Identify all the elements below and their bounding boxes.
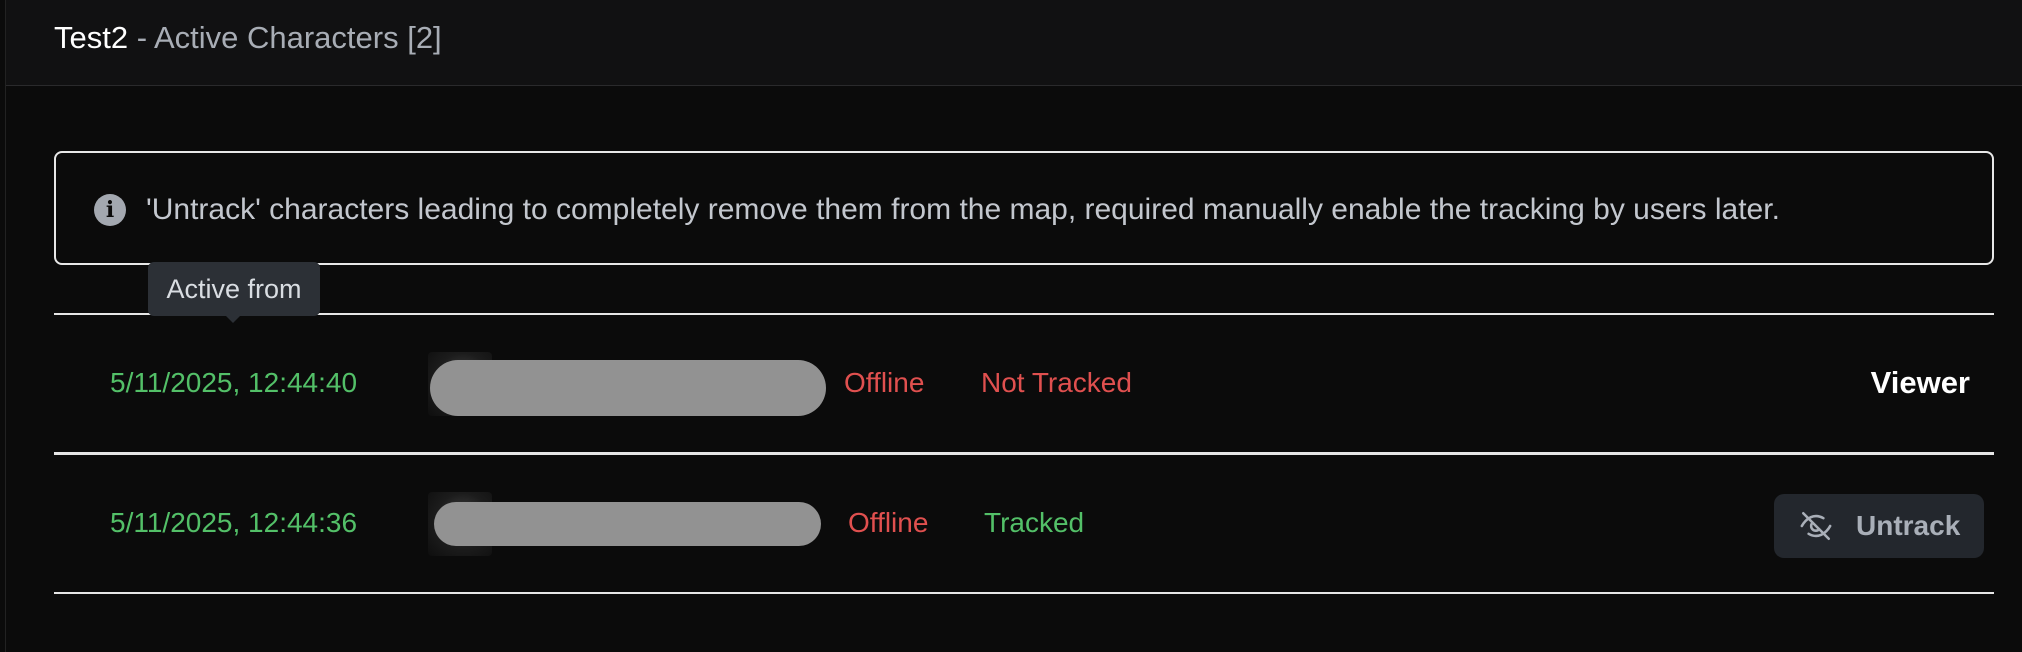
- character-row: 5/11/2025, 12:44:36 Offline Tracked Untr…: [54, 456, 1994, 592]
- character-name-redacted: [430, 360, 826, 416]
- table-top-divider: [54, 313, 1994, 315]
- page-title: Test2 - Active Characters [2]: [54, 20, 442, 56]
- table-bottom-divider: [54, 592, 1994, 594]
- page: Test2 - Active Characters [2] i 'Untrack…: [0, 0, 2022, 652]
- map-name: Test2: [54, 20, 129, 55]
- character-name-redacted: [434, 502, 821, 546]
- untrack-button[interactable]: Untrack: [1774, 494, 1984, 558]
- title-subtitle: - Active Characters [2]: [128, 20, 442, 55]
- active-from-date: 5/11/2025, 12:44:40: [110, 367, 358, 398]
- tooltip: Active from: [148, 262, 320, 316]
- row-divider: [54, 452, 1994, 455]
- untrack-button-label: Untrack: [1856, 510, 1961, 541]
- online-status: Offline: [848, 507, 929, 538]
- character-row: 5/11/2025, 12:44:40 Offline Not Tracked …: [54, 316, 1994, 452]
- eye-off-icon: [1800, 511, 1832, 541]
- online-status: Offline: [844, 367, 925, 398]
- info-notice: i 'Untrack' characters leading to comple…: [54, 151, 1994, 265]
- role-label: Viewer: [1870, 365, 1970, 400]
- info-icon: i: [94, 194, 126, 226]
- left-border: [5, 0, 6, 652]
- info-notice-text: 'Untrack' characters leading to complete…: [146, 193, 1780, 226]
- tracking-status: Tracked: [984, 507, 1085, 538]
- active-from-date: 5/11/2025, 12:44:36: [110, 507, 358, 538]
- tracking-status: Not Tracked: [981, 367, 1132, 398]
- panel-header: Test2 - Active Characters [2]: [6, 0, 2022, 86]
- tooltip-caret: [224, 314, 242, 323]
